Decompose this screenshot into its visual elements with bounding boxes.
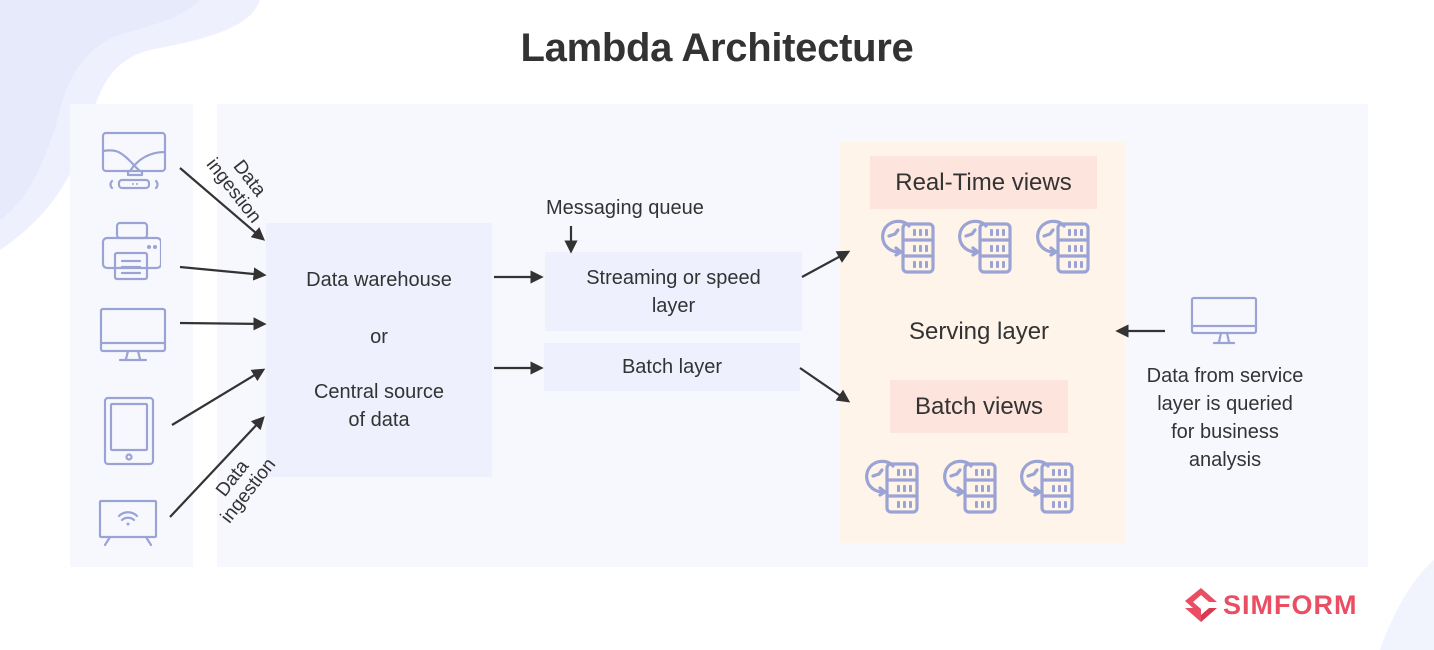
client-text-line: layer is queried: [1157, 393, 1293, 415]
server-clock-icon: [881, 219, 935, 274]
printer-icon: [101, 221, 161, 281]
streaming-layer-box: Streaming or speed layer: [545, 252, 802, 331]
realtime-views-label: Real-Time views: [870, 156, 1097, 209]
monitor-icon: [99, 307, 167, 362]
simform-logo-text: SIMFORM: [1223, 589, 1358, 620]
background-blob-bottom: [1380, 560, 1434, 650]
warehouse-line-4: of data: [348, 409, 410, 431]
client-monitor-icon: [1190, 296, 1258, 345]
wifi-tv-icon: [98, 499, 158, 547]
tv-with-streaming-stick-icon: [101, 131, 167, 190]
simform-logo-icon: [1185, 588, 1217, 622]
warehouse-line-2: or: [370, 326, 388, 348]
server-clock-icon: [1020, 459, 1074, 514]
streaming-line-2: layer: [651, 294, 696, 317]
serving-layer-title: Serving layer: [908, 318, 1050, 345]
server-clock-icon: [865, 459, 919, 514]
warehouse-line-3: Central source: [313, 381, 445, 403]
data-warehouse-box: Data warehouse or Central source of data: [266, 223, 492, 477]
server-clock-icon: [958, 219, 1012, 274]
client-text-line: for business: [1171, 421, 1279, 443]
client-text-line: Data from service: [1146, 365, 1304, 387]
streaming-line-1: Streaming or speed: [586, 266, 761, 289]
client-text-line: analysis: [1188, 449, 1262, 471]
client-query-text: Data from service layer is queried for b…: [1125, 362, 1325, 474]
batch-layer-label: Batch layer: [621, 355, 723, 378]
warehouse-line-1: Data warehouse: [306, 269, 452, 291]
batch-layer-box: Batch layer: [544, 343, 800, 391]
realtime-views-text: Real-Time views: [895, 168, 1072, 196]
batch-views-text: Batch views: [914, 392, 1044, 420]
messaging-queue-label: Messaging queue: [546, 197, 704, 219]
diagram-title: Lambda Architecture: [520, 26, 914, 70]
batch-views-label: Batch views: [890, 380, 1068, 433]
server-clock-icon: [943, 459, 997, 514]
server-clock-icon: [1036, 219, 1090, 274]
tablet-icon: [103, 396, 155, 466]
simform-logo: SIMFORM: [1183, 586, 1358, 624]
